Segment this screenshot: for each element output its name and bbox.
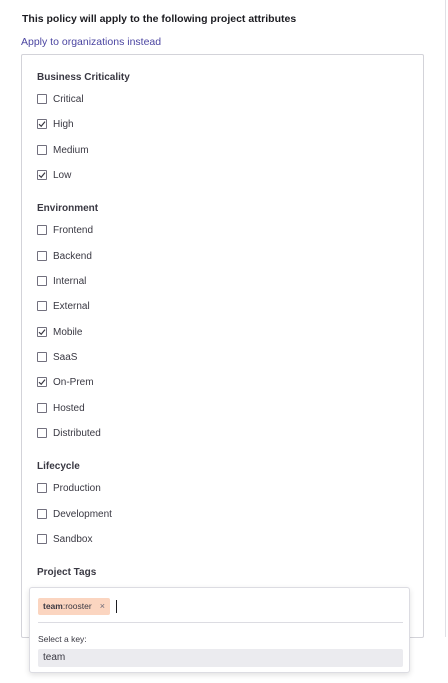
checkbox-external[interactable]: External (37, 299, 90, 313)
checkbox-icon[interactable] (37, 225, 47, 235)
text-caret (115, 599, 117, 613)
checkbox-icon[interactable] (37, 327, 47, 337)
checkbox-icon[interactable] (37, 483, 47, 493)
checkbox-sandbox[interactable]: Sandbox (37, 532, 92, 546)
group-title-environment: Environment (37, 203, 99, 214)
checkbox-label: Distributed (53, 427, 101, 439)
key-suggestion-item[interactable]: team (38, 649, 403, 667)
checkbox-medium[interactable]: Medium (37, 143, 89, 157)
checkbox-label: Hosted (53, 402, 85, 414)
group-title-project-tags: Project Tags (37, 567, 97, 578)
checkbox-label: Internal (53, 275, 87, 287)
checkbox-icon[interactable] (37, 301, 47, 311)
checkbox-development[interactable]: Development (37, 507, 112, 521)
checkbox-label: On-Prem (53, 376, 94, 388)
checkbox-label: SaaS (53, 351, 78, 363)
tag-input[interactable]: team: rooster × (38, 597, 403, 615)
group-title-business-criticality: Business Criticality (37, 72, 130, 83)
checkbox-label: Backend (53, 250, 92, 262)
checkbox-backend[interactable]: Backend (37, 249, 92, 263)
checkbox-high[interactable]: High (37, 117, 74, 131)
checkbox-internal[interactable]: Internal (37, 274, 86, 288)
checkbox-label: Critical (53, 93, 84, 105)
checkbox-saas[interactable]: SaaS (37, 350, 77, 364)
checkbox-icon[interactable] (37, 534, 47, 544)
checkbox-icon[interactable] (37, 403, 47, 413)
checkbox-icon[interactable] (37, 94, 47, 104)
checkbox-frontend[interactable]: Frontend (37, 223, 93, 237)
checkbox-distributed[interactable]: Distributed (37, 426, 101, 440)
tag-chip-key: team (43, 601, 63, 611)
page-heading: This policy will apply to the following … (22, 13, 297, 25)
policy-attributes-page: This policy will apply to the following … (0, 0, 448, 683)
tag-input-dropdown: team: rooster × Select a key: team (29, 587, 410, 673)
tag-chip: team: rooster × (38, 597, 110, 615)
checkbox-label: Medium (53, 144, 89, 156)
checkbox-icon[interactable] (37, 377, 47, 387)
checkbox-label: Sandbox (53, 533, 93, 545)
checkbox-label: Low (53, 169, 72, 181)
checkbox-icon[interactable] (37, 276, 47, 286)
remove-tag-icon[interactable]: × (100, 601, 105, 611)
checkbox-low[interactable]: Low (37, 168, 71, 182)
checkbox-label: Development (53, 508, 112, 520)
checkbox-icon[interactable] (37, 119, 47, 129)
checkbox-production[interactable]: Production (37, 481, 101, 495)
checkbox-label: Frontend (53, 224, 94, 236)
checkbox-on-prem[interactable]: On-Prem (37, 375, 94, 389)
checkbox-label: Production (53, 482, 101, 494)
checkbox-critical[interactable]: Critical (37, 92, 84, 106)
select-key-label: Select a key: (38, 634, 87, 644)
tag-chip-value: rooster (65, 601, 92, 611)
attributes-panel (21, 54, 424, 638)
checkbox-mobile[interactable]: Mobile (37, 325, 82, 339)
checkbox-icon[interactable] (37, 251, 47, 261)
checkbox-icon[interactable] (37, 509, 47, 519)
checkbox-icon[interactable] (37, 428, 47, 438)
checkbox-label: High (53, 118, 74, 130)
group-title-lifecycle: Lifecycle (37, 461, 80, 472)
checkbox-hosted[interactable]: Hosted (37, 401, 85, 415)
checkbox-icon[interactable] (37, 352, 47, 362)
dropdown-divider (38, 622, 403, 623)
right-edge-divider (445, 0, 446, 637)
checkbox-label: External (53, 300, 90, 312)
checkbox-label: Mobile (53, 326, 83, 338)
checkbox-icon[interactable] (37, 170, 47, 180)
apply-to-organizations-link[interactable]: Apply to organizations instead (21, 36, 161, 48)
checkbox-icon[interactable] (37, 145, 47, 155)
